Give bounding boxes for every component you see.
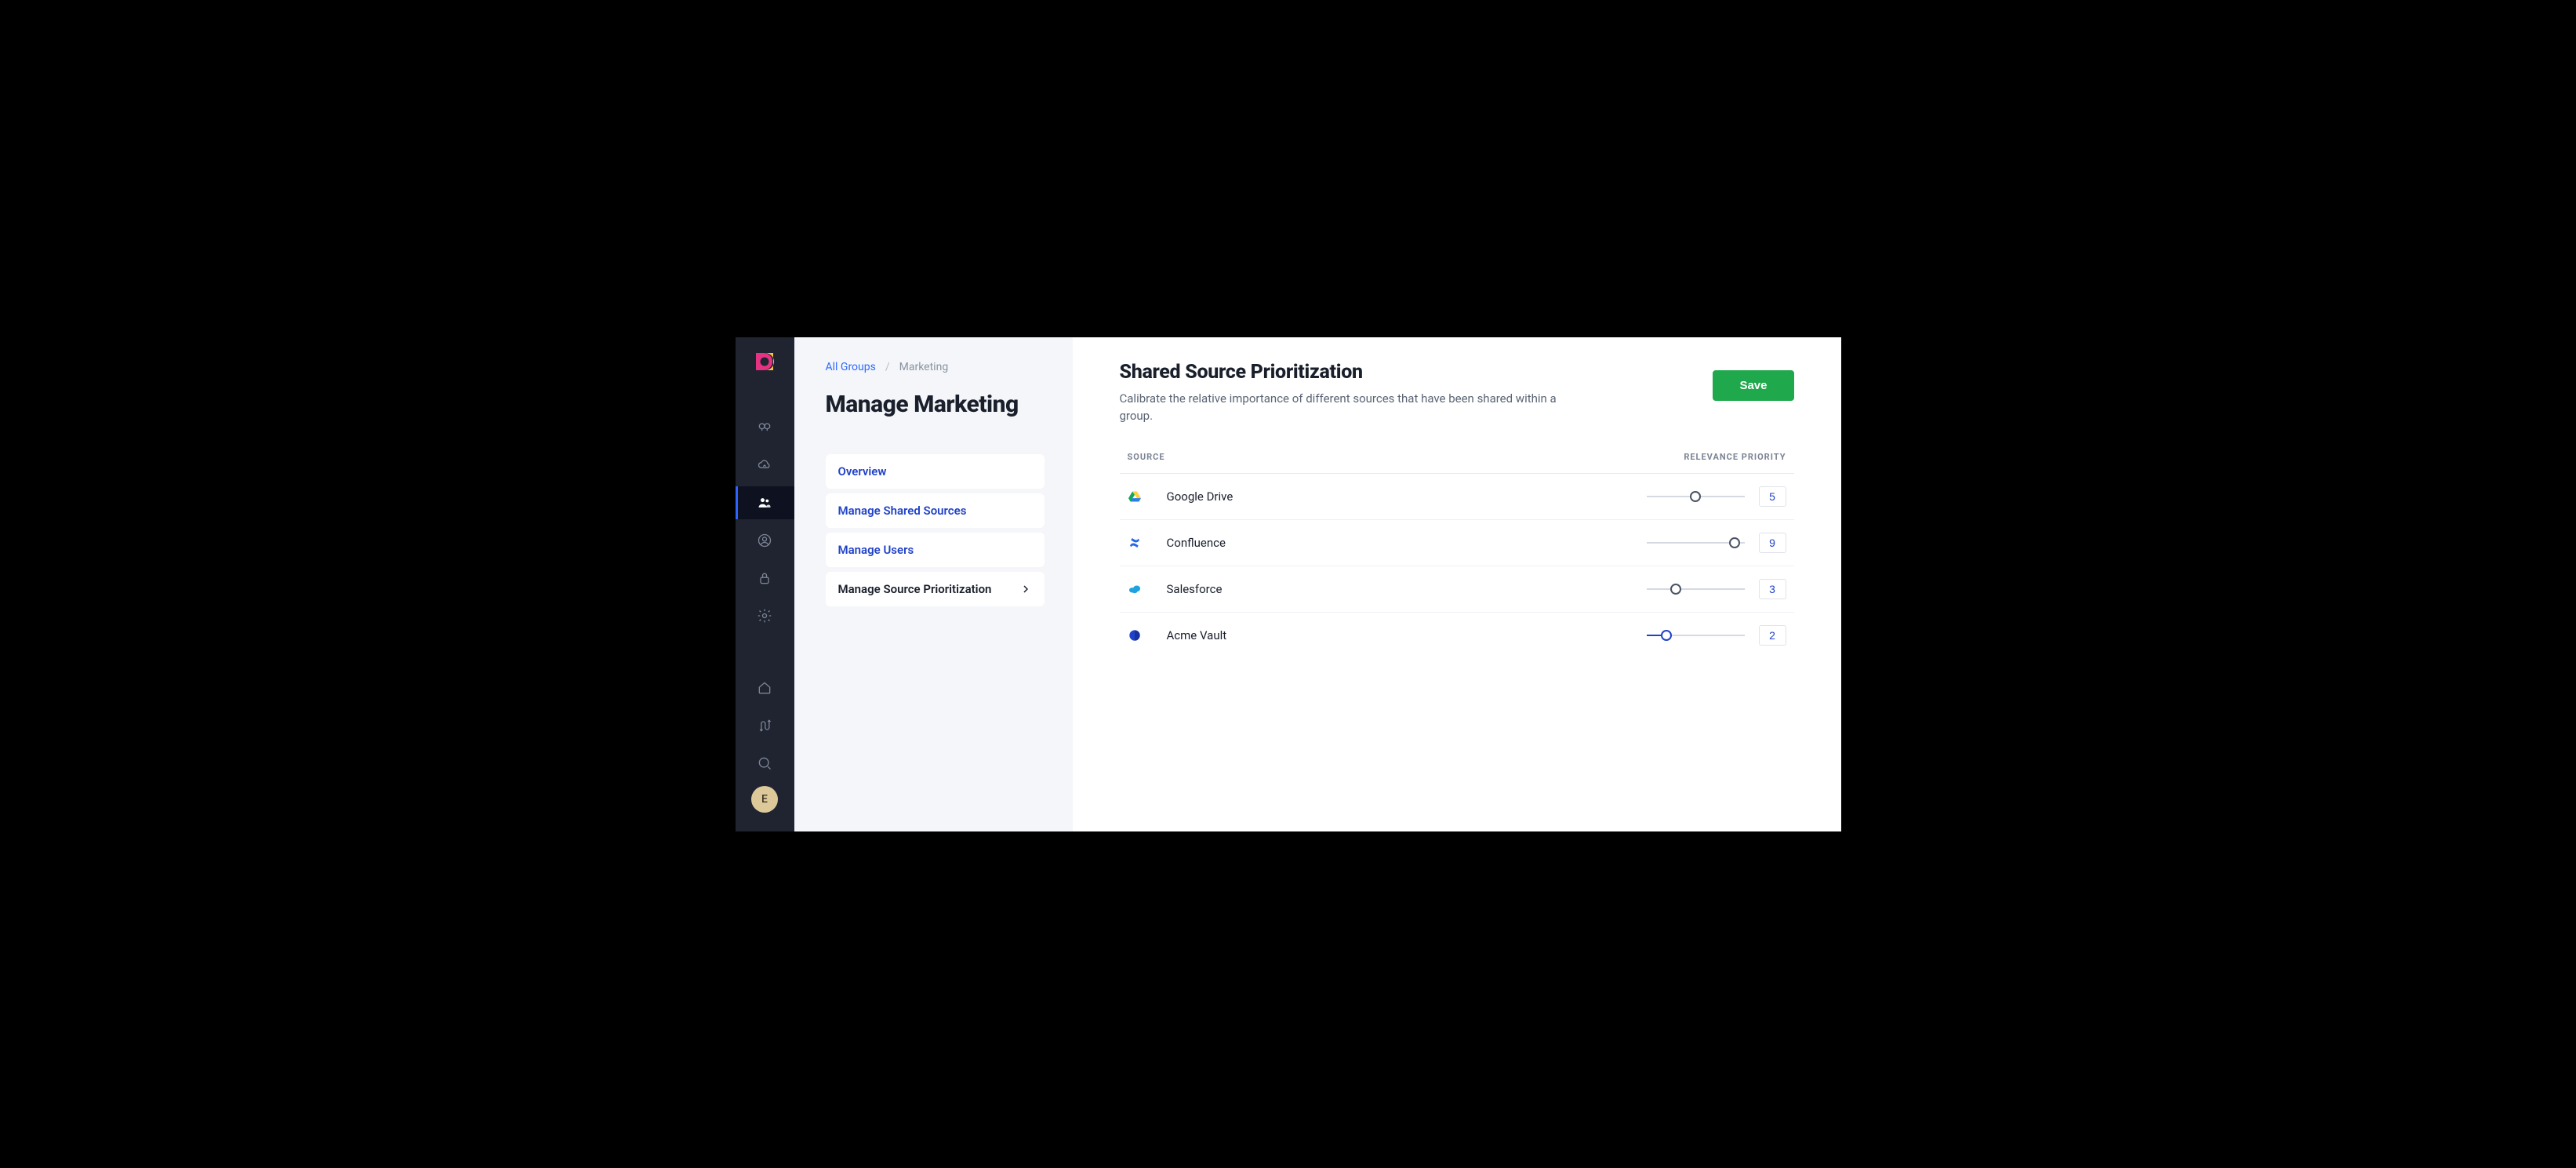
subnav-manage-source-prioritization[interactable]: Manage Source Prioritization (826, 572, 1045, 606)
subnav-manage-shared-sources[interactable]: Manage Shared Sources (826, 493, 1045, 528)
priority-value-input[interactable] (1759, 579, 1786, 599)
table-row: Confluence (1120, 520, 1794, 566)
priority-value-input[interactable] (1759, 533, 1786, 553)
section-title: Shared Source Prioritization (1120, 361, 1590, 384)
user-avatar[interactable]: E (751, 786, 778, 813)
breadcrumb-separator: / (885, 361, 890, 373)
chevron-right-icon (1019, 583, 1032, 595)
source-name: Google Drive (1167, 489, 1234, 504)
priority-value-input[interactable] (1759, 625, 1786, 646)
app-logo-icon (753, 350, 776, 373)
col-priority: RELEVANCE PRIORITY (1684, 452, 1786, 462)
source-name: Acme Vault (1167, 628, 1227, 642)
confluence-icon (1128, 536, 1142, 550)
sidebar: E (736, 337, 794, 831)
nav-home-icon[interactable] (736, 671, 794, 704)
subnav-label: Manage Source Prioritization (838, 582, 992, 596)
priority-slider[interactable] (1647, 630, 1745, 641)
priority-value-input[interactable] (1759, 486, 1786, 507)
subnav: Overview Manage Shared Sources Manage Us… (826, 454, 1045, 606)
save-button[interactable]: Save (1713, 370, 1793, 401)
gdrive-icon (1128, 489, 1142, 504)
nav-search-icon[interactable] (736, 747, 794, 780)
nav-security-icon[interactable] (736, 562, 794, 595)
priority-slider[interactable] (1647, 491, 1745, 502)
nav-route-icon[interactable] (736, 709, 794, 742)
source-name: Confluence (1167, 536, 1226, 550)
nav-groups-icon[interactable] (736, 486, 794, 519)
breadcrumb: All Groups / Marketing (826, 361, 1045, 373)
table-row: Acme Vault (1120, 613, 1794, 658)
source-priority-table: SOURCE RELEVANCE PRIORITY Google Drive Co… (1120, 452, 1794, 658)
breadcrumb-current: Marketing (899, 361, 949, 373)
subnav-label: Overview (838, 464, 887, 478)
table-row: Salesforce (1120, 566, 1794, 613)
breadcrumb-all-groups[interactable]: All Groups (826, 361, 876, 373)
subnav-overview[interactable]: Overview (826, 454, 1045, 489)
salesforce-icon (1128, 582, 1142, 596)
acme-icon (1128, 628, 1142, 642)
main-content: Shared Source Prioritization Calibrate t… (1073, 337, 1841, 831)
avatar-initial: E (761, 793, 768, 806)
page-title: Manage Marketing (826, 391, 1045, 418)
subnav-label: Manage Shared Sources (838, 504, 967, 518)
subnav-label: Manage Users (838, 543, 914, 557)
source-name: Salesforce (1167, 582, 1223, 596)
nav-profile-icon[interactable] (736, 524, 794, 557)
nav-cloud-icon[interactable] (736, 449, 794, 482)
nav-discover-icon[interactable] (736, 411, 794, 444)
subnav-manage-users[interactable]: Manage Users (826, 533, 1045, 567)
col-source: SOURCE (1128, 452, 1165, 462)
table-row: Google Drive (1120, 474, 1794, 520)
section-subtitle: Calibrate the relative importance of dif… (1120, 390, 1590, 425)
nav-settings-icon[interactable] (736, 599, 794, 632)
left-panel: All Groups / Marketing Manage Marketing … (794, 337, 1073, 831)
priority-slider[interactable] (1647, 584, 1745, 595)
priority-slider[interactable] (1647, 537, 1745, 548)
